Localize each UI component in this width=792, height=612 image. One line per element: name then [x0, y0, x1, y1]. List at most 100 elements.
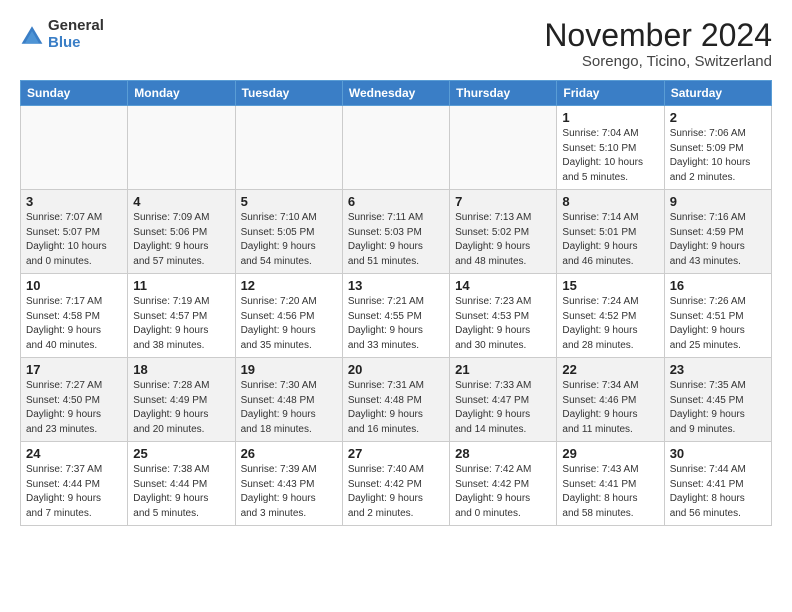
calendar-cell: 30 Sunrise: 7:44 AM Sunset: 4:41 PM Dayli…	[664, 442, 771, 526]
calendar-cell	[450, 106, 557, 190]
day-number: 21	[455, 362, 551, 377]
calendar-cell: 21 Sunrise: 7:33 AM Sunset: 4:47 PM Dayli…	[450, 358, 557, 442]
week-row-2: 3 Sunrise: 7:07 AM Sunset: 5:07 PM Daylig…	[21, 190, 772, 274]
day-number: 7	[455, 194, 551, 209]
day-number: 17	[26, 362, 122, 377]
logo-general: General	[48, 18, 104, 35]
day-info: Sunrise: 7:38 AM Sunset: 4:44 PM Dayligh…	[133, 463, 229, 521]
day-number: 16	[670, 278, 766, 293]
calendar-cell: 10 Sunrise: 7:17 AM Sunset: 4:58 PM Dayli…	[21, 274, 128, 358]
day-number: 26	[241, 446, 337, 461]
calendar-cell: 7 Sunrise: 7:13 AM Sunset: 5:02 PM Daylig…	[450, 190, 557, 274]
calendar-cell: 6 Sunrise: 7:11 AM Sunset: 5:03 PM Daylig…	[342, 190, 449, 274]
week-row-3: 10 Sunrise: 7:17 AM Sunset: 4:58 PM Dayli…	[21, 274, 772, 358]
day-info: Sunrise: 7:37 AM Sunset: 4:44 PM Dayligh…	[26, 463, 122, 521]
calendar-cell: 2 Sunrise: 7:06 AM Sunset: 5:09 PM Daylig…	[664, 106, 771, 190]
header-day-sunday: Sunday	[21, 81, 128, 106]
day-info: Sunrise: 7:13 AM Sunset: 5:02 PM Dayligh…	[455, 211, 551, 269]
day-info: Sunrise: 7:42 AM Sunset: 4:42 PM Dayligh…	[455, 463, 551, 521]
calendar-cell: 8Sunrise: 7:14 AM Sunset: 5:01 PM Daylig…	[557, 190, 664, 274]
calendar-cell: 28 Sunrise: 7:42 AM Sunset: 4:42 PM Dayli…	[450, 442, 557, 526]
calendar-cell: 22Sunrise: 7:34 AM Sunset: 4:46 PM Dayli…	[557, 358, 664, 442]
week-row-4: 17Sunrise: 7:27 AM Sunset: 4:50 PM Dayli…	[21, 358, 772, 442]
day-number: 11	[133, 278, 229, 293]
logo-text: General Blue	[48, 18, 104, 51]
calendar-cell: 20Sunrise: 7:31 AM Sunset: 4:48 PM Dayli…	[342, 358, 449, 442]
day-number: 4	[133, 194, 229, 209]
day-info: Sunrise: 7:40 AM Sunset: 4:42 PM Dayligh…	[348, 463, 444, 521]
day-number: 18	[133, 362, 229, 377]
day-number: 14	[455, 278, 551, 293]
day-number: 13	[348, 278, 444, 293]
day-number: 19	[241, 362, 337, 377]
calendar-cell	[128, 106, 235, 190]
header-day-thursday: Thursday	[450, 81, 557, 106]
day-number: 28	[455, 446, 551, 461]
day-info: Sunrise: 7:39 AM Sunset: 4:43 PM Dayligh…	[241, 463, 337, 521]
day-info: Sunrise: 7:11 AM Sunset: 5:03 PM Dayligh…	[348, 211, 444, 269]
day-number: 1	[562, 110, 658, 125]
header-day-monday: Monday	[128, 81, 235, 106]
day-info: Sunrise: 7:14 AM Sunset: 5:01 PM Dayligh…	[562, 211, 658, 269]
week-row-5: 24 Sunrise: 7:37 AM Sunset: 4:44 PM Dayli…	[21, 442, 772, 526]
calendar-cell	[235, 106, 342, 190]
day-info: Sunrise: 7:21 AM Sunset: 4:55 PM Dayligh…	[348, 295, 444, 353]
calendar-cell: 13 Sunrise: 7:21 AM Sunset: 4:55 PM Dayli…	[342, 274, 449, 358]
day-info: Sunrise: 7:09 AM Sunset: 5:06 PM Dayligh…	[133, 211, 229, 269]
day-info: Sunrise: 7:19 AM Sunset: 4:57 PM Dayligh…	[133, 295, 229, 353]
header-day-saturday: Saturday	[664, 81, 771, 106]
day-info: Sunrise: 7:28 AM Sunset: 4:49 PM Dayligh…	[133, 379, 229, 437]
calendar-cell: 15 Sunrise: 7:24 AM Sunset: 4:52 PM Dayli…	[557, 274, 664, 358]
calendar-cell: 26 Sunrise: 7:39 AM Sunset: 4:43 PM Dayli…	[235, 442, 342, 526]
day-number: 22	[562, 362, 658, 377]
day-number: 24	[26, 446, 122, 461]
day-info: Sunrise: 7:35 AM Sunset: 4:45 PM Dayligh…	[670, 379, 766, 437]
header-row: SundayMondayTuesdayWednesdayThursdayFrid…	[21, 81, 772, 106]
day-info: Sunrise: 7:26 AM Sunset: 4:51 PM Dayligh…	[670, 295, 766, 353]
day-number: 2	[670, 110, 766, 125]
week-row-1: 1 Sunrise: 7:04 AM Sunset: 5:10 PM Daylig…	[21, 106, 772, 190]
day-number: 3	[26, 194, 122, 209]
day-info: Sunrise: 7:23 AM Sunset: 4:53 PM Dayligh…	[455, 295, 551, 353]
logo-icon	[20, 23, 44, 47]
day-info: Sunrise: 7:44 AM Sunset: 4:41 PM Dayligh…	[670, 463, 766, 521]
day-number: 30	[670, 446, 766, 461]
day-number: 15	[562, 278, 658, 293]
day-info: Sunrise: 7:16 AM Sunset: 4:59 PM Dayligh…	[670, 211, 766, 269]
month-title: November 2024	[544, 18, 772, 53]
calendar-cell	[21, 106, 128, 190]
calendar-cell: 27 Sunrise: 7:40 AM Sunset: 4:42 PM Dayli…	[342, 442, 449, 526]
day-number: 12	[241, 278, 337, 293]
day-info: Sunrise: 7:33 AM Sunset: 4:47 PM Dayligh…	[455, 379, 551, 437]
day-info: Sunrise: 7:04 AM Sunset: 5:10 PM Dayligh…	[562, 127, 658, 185]
page: General Blue November 2024 Sorengo, Tici…	[0, 0, 792, 540]
day-number: 6	[348, 194, 444, 209]
day-info: Sunrise: 7:30 AM Sunset: 4:48 PM Dayligh…	[241, 379, 337, 437]
day-info: Sunrise: 7:17 AM Sunset: 4:58 PM Dayligh…	[26, 295, 122, 353]
calendar-cell: 23 Sunrise: 7:35 AM Sunset: 4:45 PM Dayli…	[664, 358, 771, 442]
day-number: 20	[348, 362, 444, 377]
day-info: Sunrise: 7:43 AM Sunset: 4:41 PM Dayligh…	[562, 463, 658, 521]
day-info: Sunrise: 7:07 AM Sunset: 5:07 PM Dayligh…	[26, 211, 122, 269]
calendar-cell: 5 Sunrise: 7:10 AM Sunset: 5:05 PM Daylig…	[235, 190, 342, 274]
header: General Blue November 2024 Sorengo, Tici…	[20, 18, 772, 70]
location-title: Sorengo, Ticino, Switzerland	[544, 53, 772, 70]
calendar-cell: 17Sunrise: 7:27 AM Sunset: 4:50 PM Dayli…	[21, 358, 128, 442]
day-number: 23	[670, 362, 766, 377]
day-number: 27	[348, 446, 444, 461]
day-number: 5	[241, 194, 337, 209]
calendar-cell: 25 Sunrise: 7:38 AM Sunset: 4:44 PM Dayli…	[128, 442, 235, 526]
day-number: 25	[133, 446, 229, 461]
header-day-wednesday: Wednesday	[342, 81, 449, 106]
logo-blue: Blue	[48, 35, 104, 52]
day-number: 10	[26, 278, 122, 293]
calendar-cell: 9Sunrise: 7:16 AM Sunset: 4:59 PM Daylig…	[664, 190, 771, 274]
calendar-cell: 24 Sunrise: 7:37 AM Sunset: 4:44 PM Dayli…	[21, 442, 128, 526]
day-info: Sunrise: 7:06 AM Sunset: 5:09 PM Dayligh…	[670, 127, 766, 185]
calendar-cell: 4 Sunrise: 7:09 AM Sunset: 5:06 PM Daylig…	[128, 190, 235, 274]
calendar-cell: 18 Sunrise: 7:28 AM Sunset: 4:49 PM Dayli…	[128, 358, 235, 442]
day-info: Sunrise: 7:24 AM Sunset: 4:52 PM Dayligh…	[562, 295, 658, 353]
day-info: Sunrise: 7:10 AM Sunset: 5:05 PM Dayligh…	[241, 211, 337, 269]
calendar-cell: 3 Sunrise: 7:07 AM Sunset: 5:07 PM Daylig…	[21, 190, 128, 274]
calendar-cell: 29Sunrise: 7:43 AM Sunset: 4:41 PM Dayli…	[557, 442, 664, 526]
